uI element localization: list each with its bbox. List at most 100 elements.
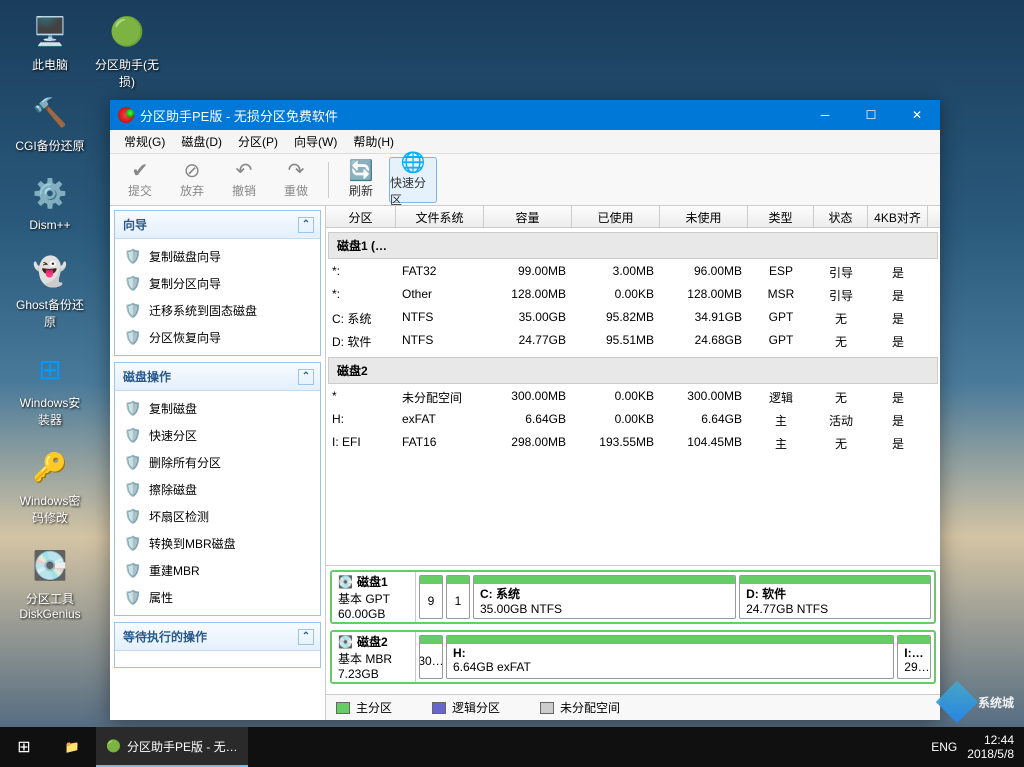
desktop-icon-winpass[interactable]: 🔑Windows密码修改 (15, 446, 85, 526)
menu-general[interactable]: 常规(G) (116, 130, 173, 153)
disk-icon: 💽 (338, 575, 353, 589)
disk-part-small[interactable]: 1 (446, 575, 470, 619)
commit-button[interactable]: ✔提交 (116, 157, 164, 203)
disk-group-header[interactable]: 磁盘1 (… (328, 232, 938, 259)
panel-pending-header[interactable]: 等待执行的操作⌃ (115, 623, 320, 651)
disk-group-header[interactable]: 磁盘2 (328, 357, 938, 384)
sidebar: 向导⌃ 🛡️复制磁盘向导🛡️复制分区向导🛡️迁移系统到固态磁盘🛡️分区恢复向导 … (110, 206, 325, 720)
col-align[interactable]: 4KB对齐 (868, 206, 928, 227)
quick-partition-button[interactable]: 🌐快速分区 (389, 157, 437, 203)
diskop-item[interactable]: 🛡️擦除磁盘 (115, 476, 320, 503)
explorer-button[interactable]: 📁 (48, 727, 96, 767)
disk-part[interactable]: D: 软件24.77GB NTFS (739, 575, 931, 619)
legend: 主分区 逻辑分区 未分配空间 (326, 694, 940, 720)
tool-icon: 🛡️ (125, 482, 141, 498)
check-icon: ✔ (132, 160, 149, 182)
taskbar-app[interactable]: 🟢分区助手PE版 - 无… (96, 727, 248, 767)
wizard-item[interactable]: 🛡️分区恢复向导 (115, 324, 320, 351)
partition-row[interactable]: *: FAT32 99.00MB 3.00MB 96.00MB ESP 引导 是 (326, 261, 940, 284)
col-used[interactable]: 已使用 (572, 206, 660, 227)
col-partition[interactable]: 分区 (326, 206, 396, 227)
wizard-item[interactable]: 🛡️复制分区向导 (115, 270, 320, 297)
partition-row[interactable]: D: 软件 NTFS 24.77GB 95.51MB 24.68GB GPT 无… (326, 330, 940, 353)
wizard-item[interactable]: 🛡️迁移系统到固态磁盘 (115, 297, 320, 324)
disk-part[interactable]: C: 系统35.00GB NTFS (473, 575, 736, 619)
menu-help[interactable]: 帮助(H) (345, 130, 402, 153)
diskop-item[interactable]: 🛡️快速分区 (115, 422, 320, 449)
clock[interactable]: 12:442018/5/8 (967, 733, 1014, 761)
disk-label: 💽磁盘2 基本 MBR7.23GB (332, 632, 416, 682)
disk-part[interactable]: I:…29… (897, 635, 931, 679)
watermark-icon (936, 681, 978, 723)
menu-partition[interactable]: 分区(P) (230, 130, 286, 153)
diskop-item[interactable]: 🛡️复制磁盘 (115, 395, 320, 422)
desktop-icon-diskgenius[interactable]: 💽分区工具DiskGenius (15, 544, 85, 621)
nav-label: 删除所有分区 (149, 454, 221, 471)
redo-icon: ↷ (288, 160, 305, 182)
redo-button[interactable]: ↷重做 (272, 157, 320, 203)
menu-wizard[interactable]: 向导(W) (286, 130, 345, 153)
chevron-up-icon[interactable]: ⌃ (298, 629, 314, 645)
tool-icon: 🛡️ (125, 401, 141, 417)
windows-icon: ⊞ (29, 348, 71, 390)
diskop-item[interactable]: 🛡️属性 (115, 584, 320, 611)
minimize-button[interactable]: ─ (802, 100, 848, 130)
titlebar[interactable]: 分区助手PE版 - 无损分区免费软件 ─ ☐ ✕ (110, 100, 940, 130)
discard-button[interactable]: ⊘放弃 (168, 157, 216, 203)
partition-row[interactable]: C: 系统 NTFS 35.00GB 95.82MB 34.91GB GPT 无… (326, 307, 940, 330)
panel-wizard-header[interactable]: 向导⌃ (115, 211, 320, 239)
system-tray[interactable]: ENG 12:442018/5/8 (921, 733, 1024, 761)
desktop-icon-ghost[interactable]: 👻Ghost备份还原 (15, 250, 85, 330)
disk-bar[interactable]: 💽磁盘1 基本 GPT60.00GB 91C: 系统35.00GB NTFSD:… (330, 570, 936, 624)
panel-diskops: 磁盘操作⌃ 🛡️复制磁盘🛡️快速分区🛡️删除所有分区🛡️擦除磁盘🛡️坏扇区检测🛡… (114, 362, 321, 616)
main-area: 分区 文件系统 容量 已使用 未使用 类型 状态 4KB对齐 磁盘1 (… *:… (325, 206, 940, 720)
toolbar: ✔提交 ⊘放弃 ↶撤销 ↷重做 🔄刷新 🌐快速分区 (110, 154, 940, 206)
maximize-button[interactable]: ☐ (848, 100, 894, 130)
tool-icon: 🛡️ (125, 455, 141, 471)
partition-row[interactable]: * 未分配空间 300.00MB 0.00KB 300.00MB 逻辑 无 是 (326, 386, 940, 409)
diskop-item[interactable]: 🛡️ 删除所有分区 (115, 449, 320, 476)
panel-diskops-header[interactable]: 磁盘操作⌃ (115, 363, 320, 391)
undo-button[interactable]: ↶撤销 (220, 157, 268, 203)
chevron-up-icon[interactable]: ⌃ (298, 217, 314, 233)
start-button[interactable]: ⊞ (0, 727, 48, 767)
swatch-icon (432, 702, 446, 714)
tool-icon: 🛡️ (125, 536, 141, 552)
col-type[interactable]: 类型 (748, 206, 814, 227)
wizard-item[interactable]: 🛡️复制磁盘向导 (115, 243, 320, 270)
desktop-icon-thispc[interactable]: 🖥️此电脑 (15, 10, 85, 73)
desktop-icon-dism[interactable]: ⚙️Dism++ (15, 172, 85, 232)
partition-list[interactable]: 磁盘1 (… *: FAT32 99.00MB 3.00MB 96.00MB E… (326, 228, 940, 565)
desktop-icon-cgi[interactable]: 🔨CGI备份还原 (15, 91, 85, 154)
col-status[interactable]: 状态 (814, 206, 868, 227)
col-free[interactable]: 未使用 (660, 206, 748, 227)
diskop-item[interactable]: 🛡️重建MBR (115, 557, 320, 584)
table-header: 分区 文件系统 容量 已使用 未使用 类型 状态 4KB对齐 (326, 206, 940, 228)
tool-icon: 🛡️ (125, 428, 141, 444)
nav-label: 属性 (149, 589, 173, 606)
disk-part-small[interactable]: 30… (419, 635, 443, 679)
col-capacity[interactable]: 容量 (484, 206, 572, 227)
diskop-item[interactable]: 🛡️坏扇区检测 (115, 503, 320, 530)
close-button[interactable]: ✕ (894, 100, 940, 130)
partition-row[interactable]: *: Other 128.00MB 0.00KB 128.00MB MSR 引导… (326, 284, 940, 307)
watermark: 系统城 (942, 687, 1014, 717)
partition-row[interactable]: H: exFAT 6.64GB 0.00KB 6.64GB 主 活动 是 (326, 409, 940, 432)
ghost-icon: 👻 (29, 250, 71, 292)
disk-part-small[interactable]: 9 (419, 575, 443, 619)
desktop-icons-col2: 🟢分区助手(无损) (92, 10, 172, 108)
diskop-item[interactable]: 🛡️转换到MBR磁盘 (115, 530, 320, 557)
desktop-icons-col1: 🖥️此电脑 🔨CGI备份还原 ⚙️Dism++ 👻Ghost备份还原 ⊞Wind… (15, 10, 95, 639)
refresh-button[interactable]: 🔄刷新 (337, 157, 385, 203)
disk-bar[interactable]: 💽磁盘2 基本 MBR7.23GB 30…H:6.64GB exFATI:…29… (330, 630, 936, 684)
lang-indicator[interactable]: ENG (931, 740, 957, 754)
desktop-icon-wininstall[interactable]: ⊞Windows安装器 (15, 348, 85, 428)
desktop-icon-partition-assistant[interactable]: 🟢分区助手(无损) (92, 10, 162, 90)
disk-part[interactable]: H:6.64GB exFAT (446, 635, 894, 679)
menu-disk[interactable]: 磁盘(D) (173, 130, 230, 153)
partition-row[interactable]: I: EFI FAT16 298.00MB 193.55MB 104.45MB … (326, 432, 940, 455)
app-window: 分区助手PE版 - 无损分区免费软件 ─ ☐ ✕ 常规(G) 磁盘(D) 分区(… (110, 100, 940, 720)
col-filesystem[interactable]: 文件系统 (396, 206, 484, 227)
tool-icon: 🛡️ (125, 563, 141, 579)
chevron-up-icon[interactable]: ⌃ (298, 369, 314, 385)
